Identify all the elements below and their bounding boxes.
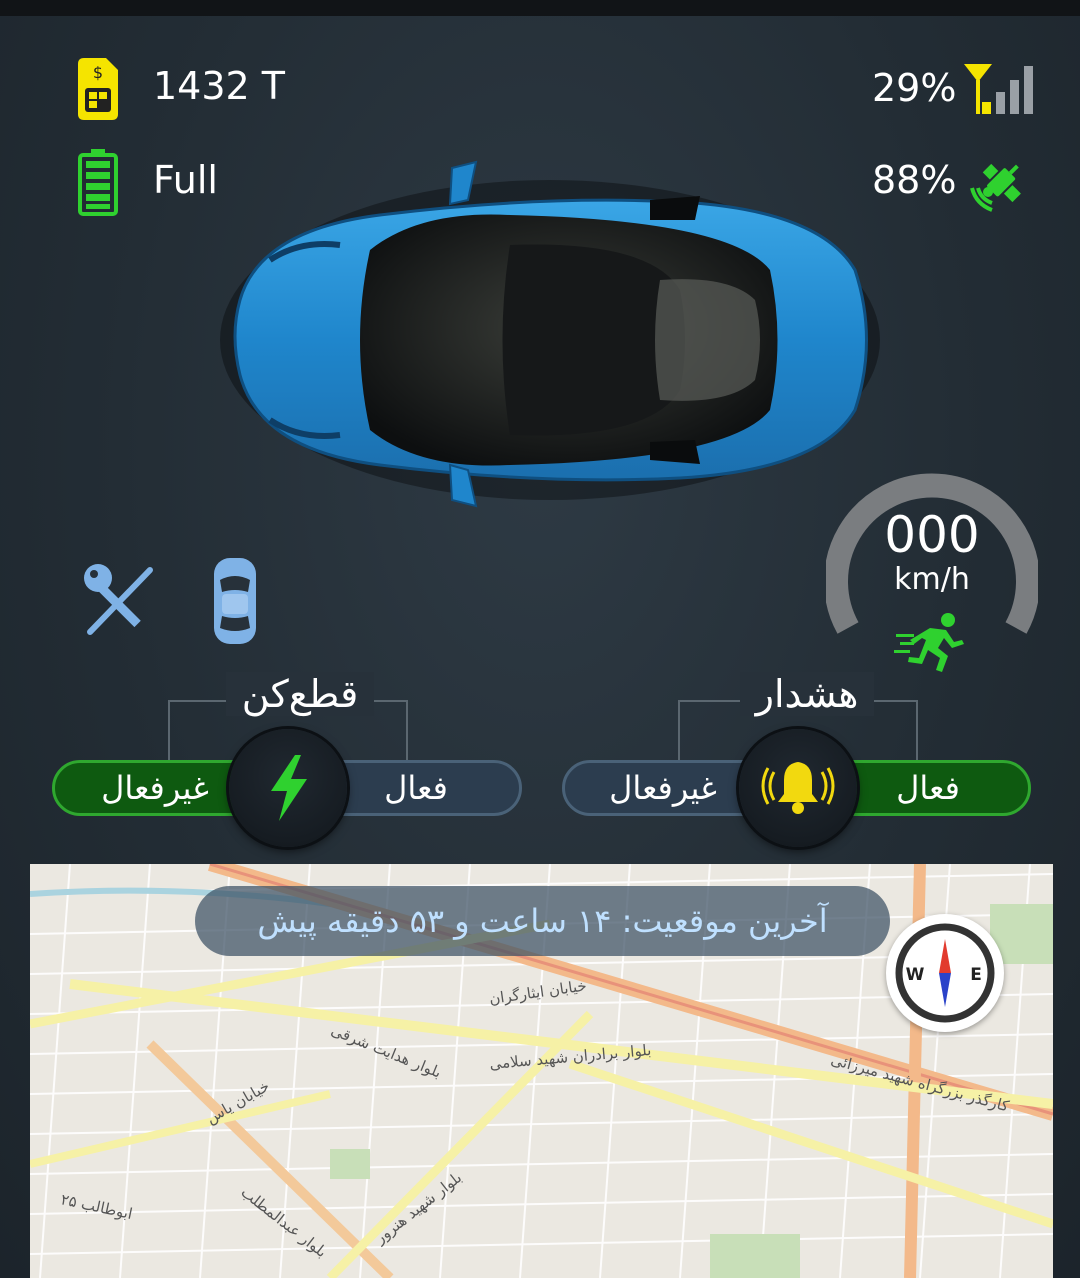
key-crossed-icon[interactable] xyxy=(80,562,160,642)
cutoff-title: قطع‌کن xyxy=(226,672,374,716)
car-top-view-image xyxy=(210,160,880,510)
running-man-icon xyxy=(894,612,970,678)
battery-icon xyxy=(78,148,118,220)
alarm-inactive-label[interactable]: غیرفعال xyxy=(588,760,738,816)
compass-east: E xyxy=(970,965,982,985)
signal-icon xyxy=(962,62,1040,120)
signal-strength: 29% xyxy=(872,66,957,110)
cutoff-inactive-label[interactable]: غیرفعال xyxy=(80,760,230,816)
alarm-active-label[interactable]: فعال xyxy=(858,760,998,816)
compass-west: W xyxy=(906,965,925,985)
battery-status: Full xyxy=(153,158,218,202)
lightning-icon xyxy=(265,755,311,825)
svg-text:$: $ xyxy=(93,63,103,82)
cutoff-active-label[interactable]: فعال xyxy=(346,760,486,816)
speed-unit: km/h xyxy=(894,562,970,597)
last-location-text: آخرین موقعیت: ۱۴ ساعت و ۵۳ دقیقه پیش xyxy=(257,902,828,940)
sim-card-icon: $ xyxy=(76,56,120,126)
compass-icon: W E xyxy=(895,923,995,1023)
alarm-title: هشدار xyxy=(740,672,874,716)
satellite-icon xyxy=(964,148,1034,222)
compass-button[interactable]: W E xyxy=(886,914,1004,1032)
gps-accuracy: 88% xyxy=(872,158,957,202)
status-bar xyxy=(0,0,1080,16)
sim-credit: 1432 T xyxy=(153,64,285,108)
speed-value: 000 xyxy=(884,506,980,564)
car-small-icon[interactable] xyxy=(210,556,260,650)
bell-icon xyxy=(760,758,836,822)
